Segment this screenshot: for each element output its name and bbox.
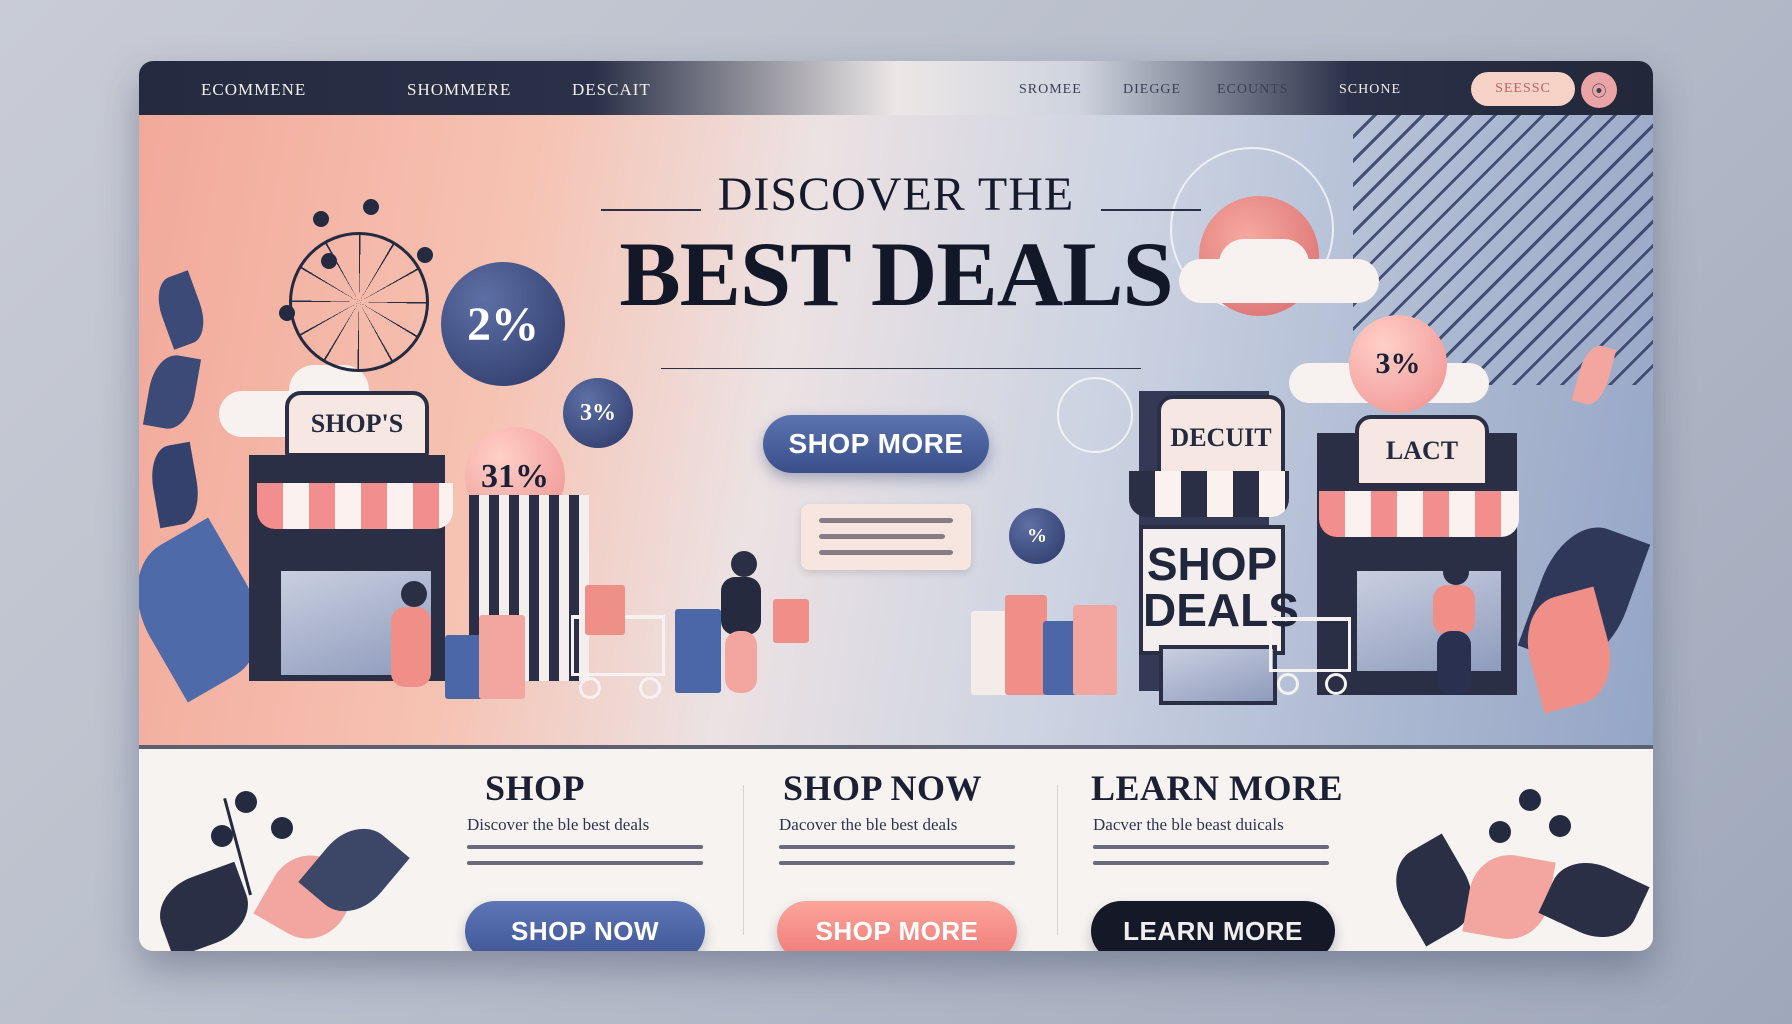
column-1-title: SHOP: [485, 768, 586, 808]
column-divider: [1057, 785, 1058, 935]
shopping-bag-icon: [1073, 605, 1117, 695]
shopper-figure: [725, 631, 757, 693]
berry-decoration: [1489, 821, 1511, 843]
discount-badge: 3%: [1349, 315, 1447, 413]
feature-columns-section: SHOP Discover the ble best deals SHOP NO…: [139, 745, 1653, 951]
note-text-line: [819, 518, 953, 523]
ferris-wheel-icon: [289, 232, 429, 372]
column-3-text-line: [1093, 861, 1329, 865]
cart-wheel: [579, 677, 601, 699]
column-3-subtitle: Dacver the ble beast duicals: [1093, 815, 1284, 834]
shop-more-button[interactable]: SHOP MORE: [777, 901, 1017, 951]
shopper-figure: [1443, 559, 1469, 585]
berry-decoration: [1549, 815, 1571, 837]
store-awning: [257, 483, 453, 529]
promo-note-card: [801, 504, 971, 570]
shopper-figure: [731, 551, 757, 577]
shop-deals-sign-line-2: DEALS: [1143, 584, 1299, 636]
nav-link-3[interactable]: SROMEE: [1019, 82, 1082, 98]
shopper-figure: [721, 577, 761, 635]
hero-shop-more-button[interactable]: SHOP MORE: [763, 415, 989, 473]
cart-wheel: [1325, 673, 1347, 695]
ferris-wheel-cabin: [417, 247, 433, 263]
column-1-text-line: [467, 845, 703, 849]
note-text-line: [819, 550, 953, 555]
learn-more-button[interactable]: LEARN MORE: [1091, 901, 1335, 951]
leaf-decoration: [142, 351, 202, 433]
discount-badge: 2%: [441, 262, 565, 386]
ferris-wheel-cabin: [363, 199, 379, 215]
hero-banner: DISCOVER THE BEST DEALS 2% 3% 31% 3% % S…: [139, 115, 1653, 745]
nav-link-4[interactable]: DIEGGE: [1123, 82, 1181, 98]
ferris-wheel-cabin: [279, 305, 295, 321]
column-2-subtitle: Dacover the ble best deals: [779, 815, 958, 834]
note-text-line: [819, 534, 945, 539]
cart-wheel: [639, 677, 661, 699]
store-sign-left: SHOP'S: [285, 391, 429, 457]
nav-link-5[interactable]: ECOUNTS: [1217, 82, 1289, 98]
brand-logo[interactable]: ECOMMENE: [201, 80, 306, 100]
shopping-bag-icon: [675, 609, 721, 693]
shopping-bag-icon: [1005, 595, 1047, 695]
column-2-text-line: [779, 861, 1015, 865]
store-window: [1353, 567, 1505, 675]
berry-decoration: [235, 791, 257, 813]
column-1-text-line: [467, 861, 703, 865]
leaf-decoration: [1462, 848, 1556, 946]
nav-link-6[interactable]: SCHONE: [1339, 82, 1401, 98]
shopper-figure: [1437, 631, 1471, 695]
shopper-figure: [401, 581, 427, 607]
shopping-cart-icon: [1269, 617, 1351, 672]
berry-decoration: [211, 825, 233, 847]
berry-decoration: [1519, 789, 1541, 811]
top-navigation-bar: ECOMMENE SHOMMERE DESCAIT SROMEE DIEGGE …: [139, 61, 1653, 115]
shop-deals-sign-line-1: SHOP: [1146, 538, 1278, 590]
store-awning: [1129, 471, 1289, 517]
shopping-bag-icon: [773, 599, 809, 643]
store-awning: [1319, 491, 1519, 537]
discount-badge: 3%: [563, 378, 633, 448]
column-2-text-line: [779, 845, 1015, 849]
shopping-bag-icon: [585, 585, 625, 635]
shopper-figure: [391, 607, 431, 687]
cart-wheel: [1277, 673, 1299, 695]
landing-page-window: ECOMMENE SHOMMERE DESCAIT SROMEE DIEGGE …: [139, 61, 1653, 951]
nav-action-button[interactable]: SEESSC: [1471, 72, 1575, 106]
leaf-decoration: [149, 861, 259, 951]
berry-decoration: [271, 817, 293, 839]
leaf-decoration: [146, 441, 204, 529]
store-sign-right: LACT: [1355, 415, 1489, 487]
store-sign-middle: DECUIT: [1157, 395, 1285, 481]
store-window: [1159, 645, 1277, 705]
ferris-wheel-cabin: [321, 253, 337, 269]
shop-deals-sign: SHOP DEALS: [1139, 525, 1299, 655]
headline-underline: [661, 368, 1141, 369]
column-3-text-line: [1093, 845, 1329, 849]
column-divider: [743, 785, 744, 935]
shopping-bag-icon: [479, 615, 525, 699]
shopper-figure: [1433, 585, 1475, 635]
ferris-wheel-cabin: [313, 211, 329, 227]
column-2-title: SHOP NOW: [783, 768, 983, 808]
nav-link-2[interactable]: DESCAIT: [572, 80, 651, 100]
shopping-bag-icon: [1043, 621, 1077, 695]
user-avatar-icon[interactable]: ⦿: [1581, 72, 1617, 108]
bubble-decoration: [1057, 377, 1133, 453]
nav-link-1[interactable]: SHOMMERE: [407, 80, 511, 100]
shop-now-button[interactable]: SHOP NOW: [465, 901, 705, 951]
discount-badge: %: [1009, 508, 1065, 564]
column-3-title: LEARN MORE: [1091, 768, 1344, 808]
column-1-subtitle: Discover the ble best deals: [467, 815, 650, 834]
